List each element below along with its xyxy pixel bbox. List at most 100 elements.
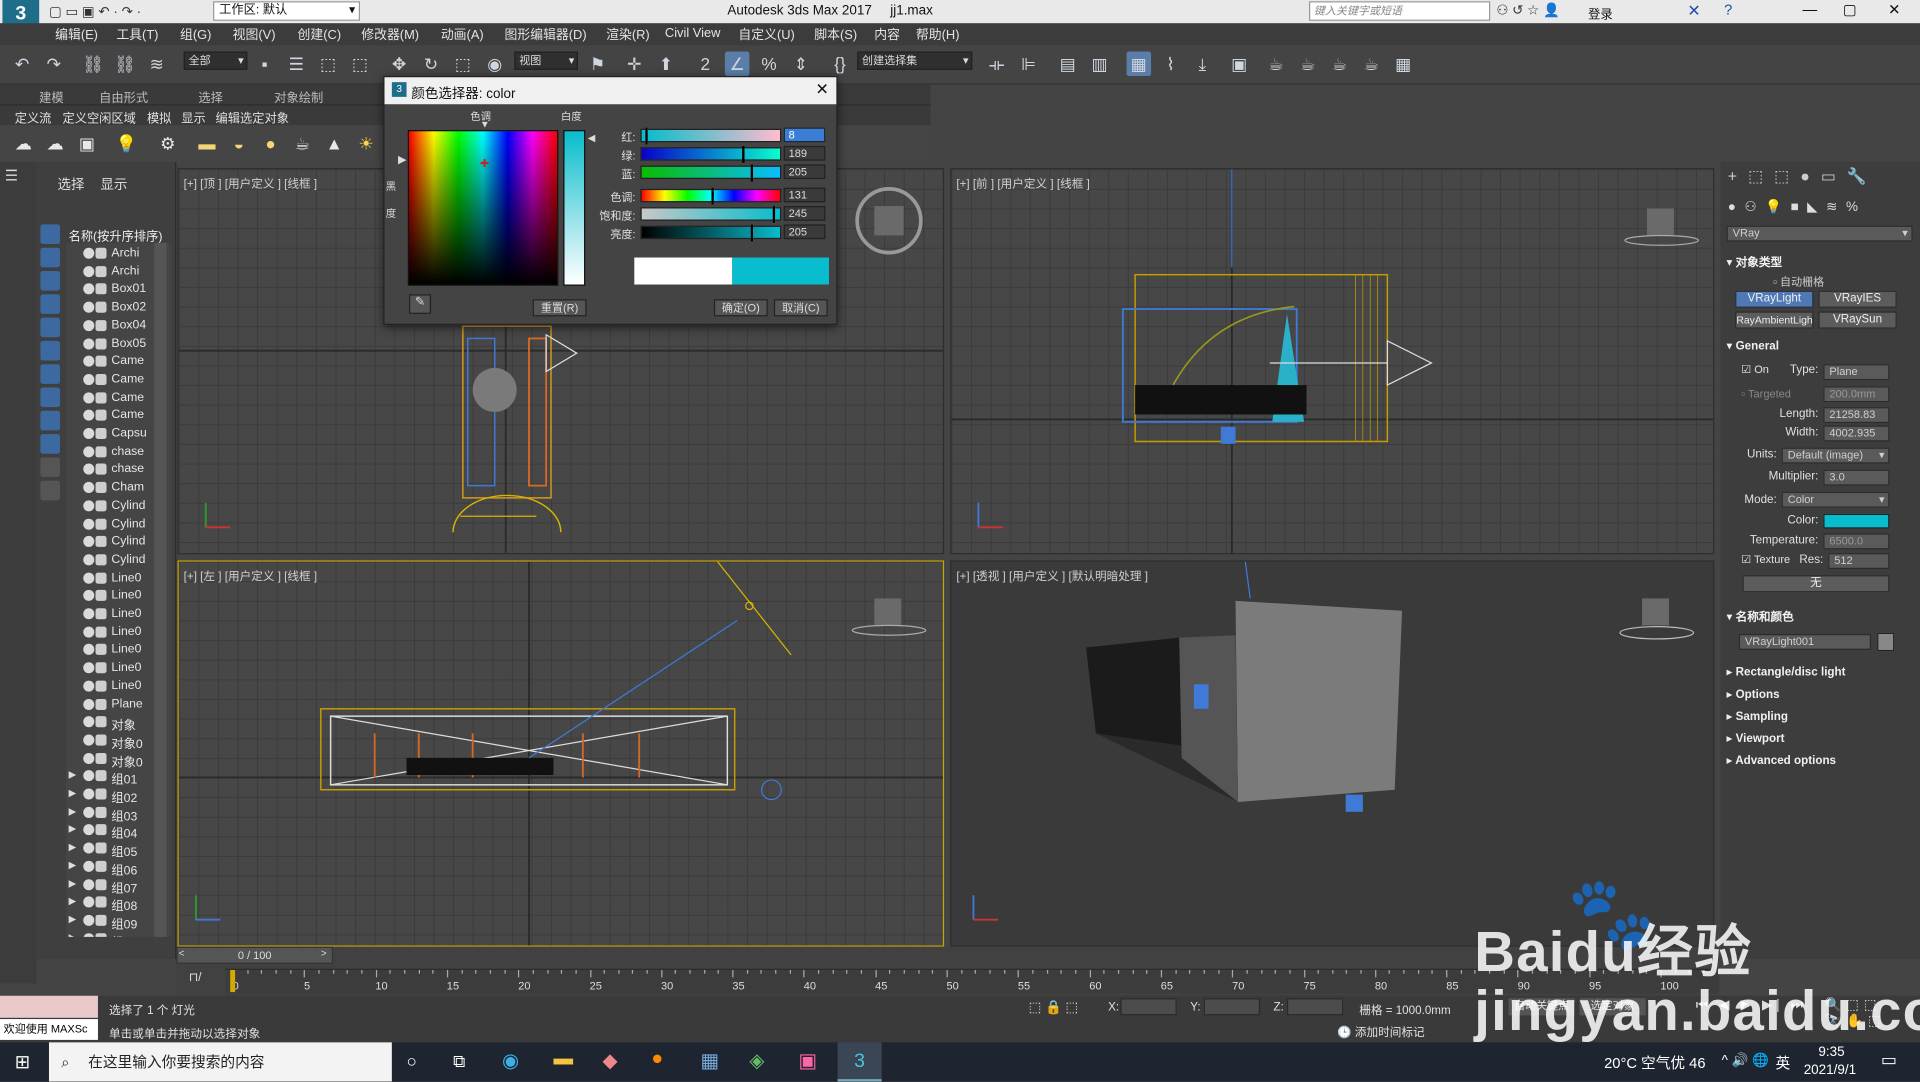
object-color-swatch[interactable] [1877,632,1895,652]
visibility-icon[interactable] [83,896,95,908]
ribbon-tab[interactable]: 选择 [198,87,222,105]
ok-button[interactable]: 确定(O) [713,299,768,317]
type-dropdown[interactable]: Plane [1823,364,1890,381]
visibility-icon[interactable] [83,409,95,421]
time-cursor[interactable] [230,970,236,993]
maximize-icon[interactable]: ▢ [1843,1,1857,18]
visibility-icon[interactable] [83,265,95,277]
filter-icon[interactable] [40,317,61,338]
3dsmax-taskbar-icon[interactable]: 3 [837,1042,882,1082]
plane-light-icon[interactable]: ▬ [196,132,218,154]
object-name-field[interactable]: VRayLight001 [1738,633,1872,650]
visibility-icon[interactable] [83,536,95,548]
notification-icon[interactable]: ▭ [1881,1050,1897,1071]
pivot-center-icon[interactable]: ⚑ [585,52,609,77]
keyboard-shortcut-icon[interactable]: ⬆ [654,52,678,77]
menu-item[interactable]: 视图(V) [233,26,276,44]
vrayambient-button[interactable]: RayAmbientLigh [1735,311,1814,329]
curve-editor-icon[interactable]: ▦ [1126,51,1152,77]
viewport-label[interactable]: [+] [顶 ] [用户定义 ] [线框 ] [184,174,317,191]
rotate-icon[interactable]: ↻ [419,52,443,77]
explorer-icon[interactable]: ▬ [553,1048,573,1070]
help-icons[interactable]: ⚇ ↺ ☆ 👤 [1496,2,1559,19]
whiteness-bar[interactable] [563,129,586,286]
visibility-icon[interactable] [83,283,95,295]
prev-frame-icon[interactable]: < [179,948,185,959]
visibility-icon[interactable] [83,770,95,782]
slider-knob[interactable] [645,127,649,145]
quick-access-icons[interactable]: ▢ ▭ ▣ ↶ · ↷ · [49,4,141,20]
ribbon-sub-item[interactable]: 编辑选定对象 [216,108,289,126]
menu-item[interactable]: 脚本(S) [814,26,857,44]
color-slider[interactable] [640,224,782,242]
visibility-icon[interactable] [83,752,95,764]
texture-none-button[interactable]: 无 [1742,575,1890,593]
isolate-icon[interactable]: ⬚ 🔒 ⬚ [1029,999,1079,1016]
weather[interactable]: 20°C 空气优 46 [1604,1052,1705,1073]
visibility-icon[interactable] [83,482,95,494]
visibility-icon[interactable] [83,626,95,638]
app-icon-2[interactable]: ▦ [700,1048,719,1073]
render-setup-icon[interactable]: ▣ [1227,52,1251,77]
link-icon[interactable]: ⛓ [81,52,105,77]
visibility-icon[interactable] [83,842,95,854]
viewport-front[interactable]: [+] [前 ] [用户定义 ] [线框 ] [950,168,1715,555]
slider-value[interactable]: 205 [783,224,826,240]
expand-icon[interactable]: ▶ [69,931,77,936]
visibility-icon[interactable] [83,590,95,602]
filter-icon[interactable] [40,434,61,454]
input-language[interactable]: 英 [1776,1052,1791,1073]
filter-icon[interactable] [40,364,61,384]
units-dropdown[interactable]: Default (image) ▾ [1781,447,1890,464]
slider-value[interactable]: 189 [783,145,826,161]
vraylight-button[interactable]: VRayLight [1735,290,1814,308]
unlink-icon[interactable]: ⛓ [113,52,137,77]
visibility-icon[interactable] [83,500,95,512]
slider-knob[interactable] [710,187,714,205]
task-view-icon[interactable]: ⧉ [453,1051,465,1072]
ribbon-sub-item[interactable]: 定义空闲区域 [62,108,135,126]
workspace-dropdown[interactable]: 工作区: 默认 ▾ [213,1,361,21]
object-type-title[interactable]: ▾ 对象类型 [1727,253,1913,269]
ribbon-sub-item[interactable]: 显示 [181,108,205,126]
visibility-icon[interactable] [83,445,95,458]
select-by-name-icon[interactable]: ☰ [284,52,308,77]
expand-icon[interactable]: ▶ [69,805,77,816]
visibility-icon[interactable] [83,373,95,385]
visibility-icon[interactable] [83,337,95,349]
filter-icon[interactable] [40,457,61,478]
place-icon[interactable]: ◉ [482,52,506,77]
z-field[interactable] [1286,998,1344,1016]
edge-icon[interactable]: ◉ [502,1048,519,1073]
sphere-light-icon[interactable]: ● [260,132,282,154]
menu-item[interactable]: 修改器(M) [361,26,419,44]
visibility-icon[interactable] [83,464,95,476]
expand-icon[interactable]: ▶ [69,859,77,870]
width-field[interactable]: 4002.935 [1823,425,1890,442]
cortana-icon[interactable]: ○ [407,1051,417,1071]
camera-icon[interactable]: ⚙ [157,132,179,154]
scale-icon[interactable]: ⬚ [451,52,475,77]
vraysun-button[interactable]: VRaySun [1818,311,1897,329]
visibility-icon[interactable] [83,427,95,440]
color-slider[interactable] [640,145,782,164]
temperature-field[interactable]: 6500.0 [1823,533,1890,550]
time-slider[interactable]: 0 / 100 [176,946,334,964]
expand-icon[interactable]: ▶ [69,823,77,834]
visibility-icon[interactable] [83,806,95,818]
render-activeshade-icon[interactable]: ☕ [1359,52,1383,77]
visibility-icon[interactable] [83,518,95,530]
menu-item[interactable]: 工具(T) [116,26,158,44]
menu-item[interactable]: 动画(A) [441,26,484,44]
expand-icon[interactable]: ▶ [69,841,77,852]
viewport-label[interactable]: [+] [左 ] [用户定义 ] [线框 ] [184,567,317,583]
filter-icon[interactable] [40,480,61,501]
render-production-icon[interactable]: ☕ [1296,52,1320,77]
light-icon[interactable]: 💡 [115,132,137,154]
slider-value[interactable]: 245 [783,206,826,221]
schematic-view-icon[interactable]: ⌇ [1158,52,1182,77]
move-icon[interactable]: ✥ [387,52,411,77]
rollout-header[interactable]: ▸ Options [1727,688,1913,705]
color-slider[interactable] [640,127,782,145]
scrollbar[interactable] [154,242,167,937]
